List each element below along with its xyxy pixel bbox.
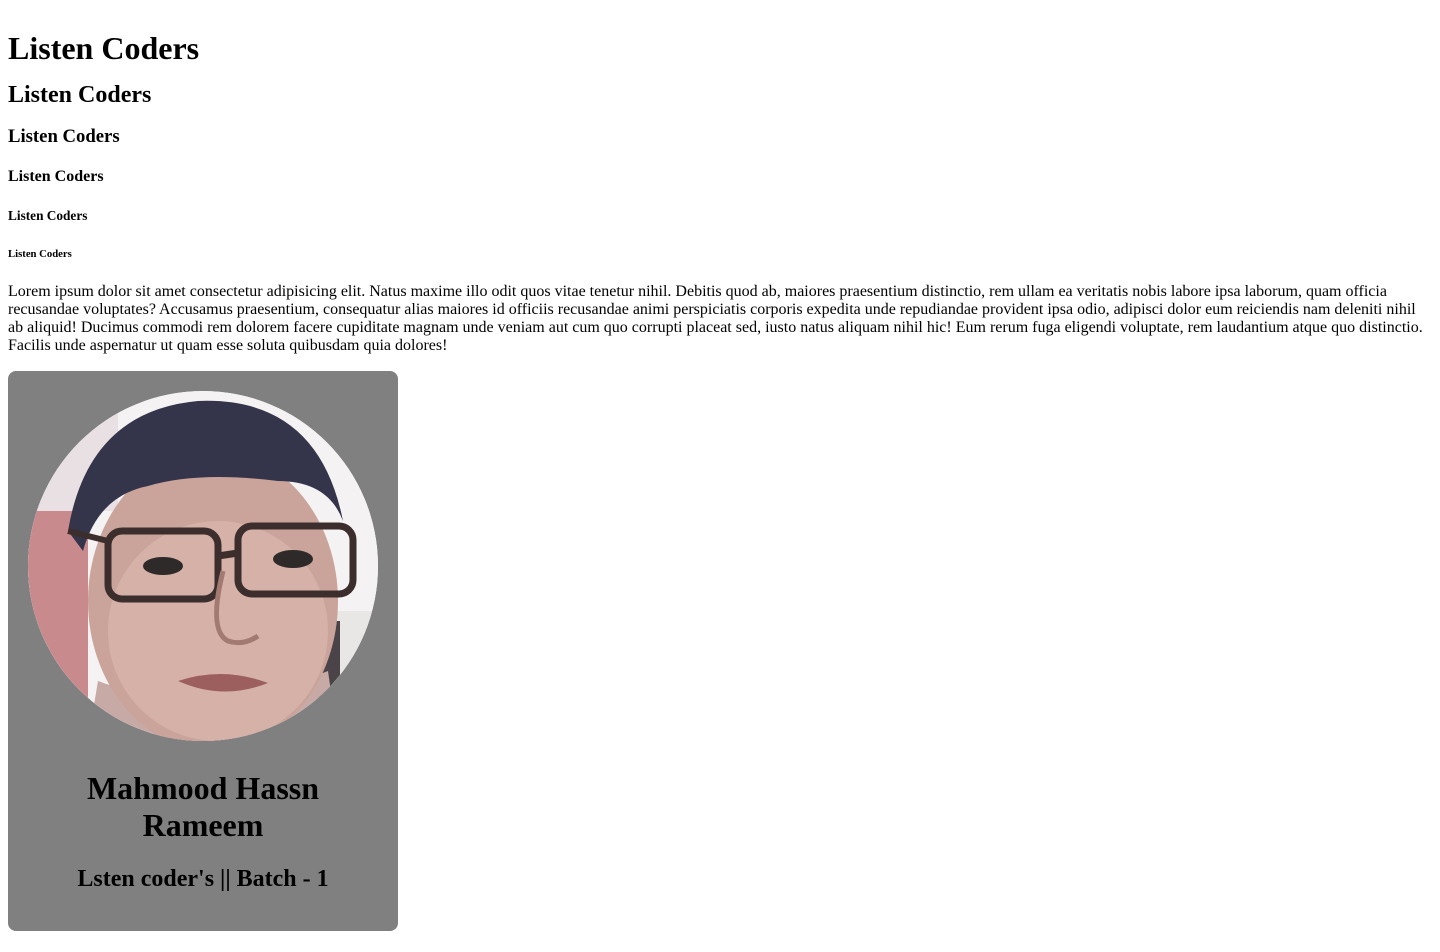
heading-6: Listen Coders — [8, 248, 72, 260]
profile-card: Mahmood Hassn Rameem Lsten coder's || Ba… — [8, 371, 398, 931]
profile-name: Mahmood Hassn Rameem — [86, 770, 320, 843]
lorem-paragraph: Lorem ipsum dolor sit amet consectetur a… — [8, 283, 1423, 354]
heading-1: Listen Coders — [8, 30, 200, 66]
profile-photo-icon — [28, 391, 378, 741]
profile-photo — [28, 391, 378, 741]
profile-subtitle: Lsten coder's || Batch - 1 — [77, 866, 329, 892]
heading-5: Listen Coders — [8, 208, 88, 223]
heading-3: Listen Coders — [8, 126, 120, 147]
page: Listen Coders Listen Coders Listen Coder… — [0, 0, 1440, 931]
heading-4: Listen Coders — [8, 168, 104, 185]
heading-2: Listen Coders — [8, 82, 152, 108]
